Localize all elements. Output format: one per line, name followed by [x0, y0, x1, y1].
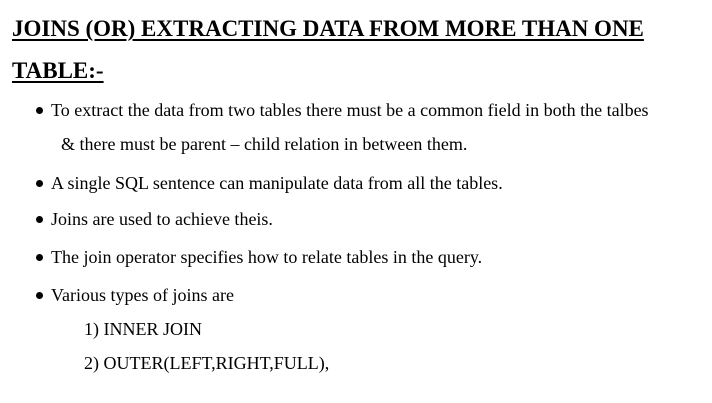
bullet-text: A single SQL sentence can manipulate dat…: [51, 173, 503, 193]
bullet-item-3: Joins are used to achieve theis.: [36, 210, 273, 228]
bullet-text: The join operator specifies how to relat…: [51, 247, 483, 267]
bullet-dot-icon: [36, 254, 43, 262]
bullet-dot-icon: [36, 216, 43, 224]
bullet-text: Joins are used to achieve theis.: [51, 209, 273, 229]
page-title-line-1: JOINS (OR) EXTRACTING DATA FROM MORE THA…: [12, 16, 644, 41]
bullet-dot-icon: [36, 107, 43, 115]
bullet-dot-icon: [36, 180, 43, 188]
bullet-item-4: The join operator specifies how to relat…: [36, 248, 482, 266]
bullet-item-2: A single SQL sentence can manipulate dat…: [36, 174, 503, 192]
bullet-text: To extract the data from two tables ther…: [51, 100, 649, 120]
bullet-item-1: To extract the data from two tables ther…: [36, 101, 649, 119]
bullet-text: Various types of joins are: [51, 285, 234, 305]
join-type-item-1: 1) INNER JOIN: [84, 319, 202, 339]
bullet-item-5: Various types of joins are: [36, 286, 234, 304]
bullet-dot-icon: [36, 292, 43, 300]
join-type-item-2: 2) OUTER(LEFT,RIGHT,FULL),: [84, 353, 330, 373]
bullet-item-1-continuation: & there must be parent – child relation …: [61, 134, 468, 154]
page-title-line-2: TABLE:-: [12, 58, 104, 83]
